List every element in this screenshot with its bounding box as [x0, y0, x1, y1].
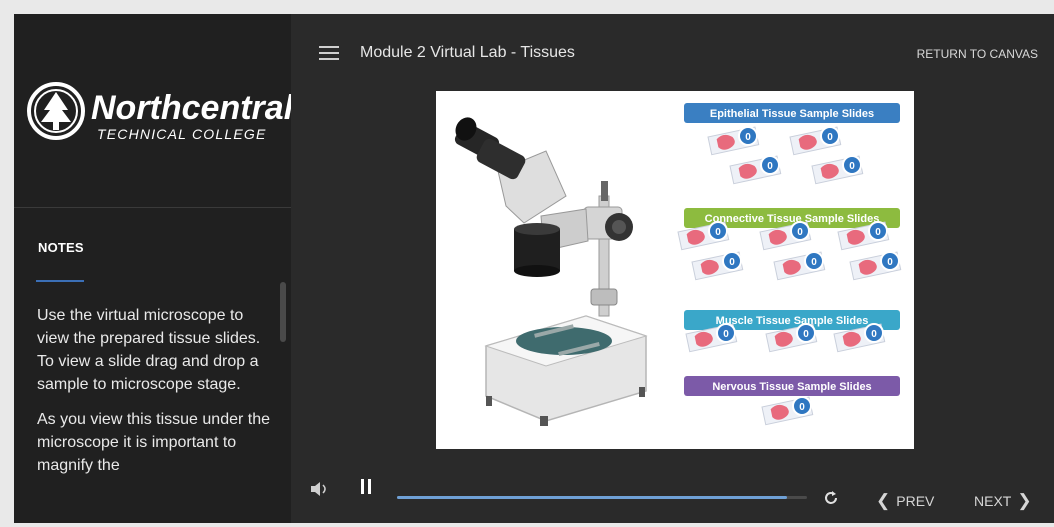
pause-icon [361, 479, 364, 494]
info-icon-text: 0 [799, 402, 805, 413]
progress-bar[interactable] [397, 496, 807, 499]
info-icon-text: 0 [715, 227, 721, 238]
info-icon[interactable]: 0 [738, 126, 758, 146]
lab-canvas: Epithelial Tissue Sample Slides 0 0 0 0 Conne… [454, 103, 902, 426]
category-label: Connective Tissue Sample Slides [705, 213, 880, 225]
info-icon[interactable]: 0 [804, 251, 824, 271]
info-icon[interactable]: 0 [820, 126, 840, 146]
tab-notes-indicator [36, 280, 84, 282]
return-to-canvas-link[interactable]: RETURN TO CANVAS [917, 47, 1038, 61]
category-label: Epithelial Tissue Sample Slides [710, 108, 874, 120]
info-icon-text: 0 [723, 329, 729, 340]
sidebar-divider [14, 207, 291, 208]
info-icon[interactable]: 0 [708, 221, 728, 241]
info-icon-text: 0 [797, 227, 803, 238]
info-icon-text: 0 [811, 257, 817, 268]
info-icon-text: 0 [745, 132, 751, 143]
main-area: Module 2 Virtual Lab - Tissues RETURN TO… [291, 14, 1054, 523]
info-icon[interactable]: 0 [868, 221, 888, 241]
info-icon-text: 0 [767, 161, 773, 172]
notes-panel: Use the virtual microscope to view the p… [37, 304, 272, 490]
logo-subtitle: TECHNICAL COLLEGE [97, 126, 267, 142]
hamburger-icon[interactable] [319, 46, 339, 62]
chevron-left-icon: ❮ [876, 491, 891, 510]
prev-label: PREV [896, 493, 935, 509]
page-title: Module 2 Virtual Lab - Tissues [360, 44, 575, 61]
info-icon-text: 0 [827, 132, 833, 143]
info-icon[interactable]: 0 [796, 323, 816, 343]
sidebar: Northcentral TECHNICAL COLLEGE NOTES Use… [14, 14, 291, 523]
tab-notes[interactable]: NOTES [38, 240, 84, 255]
chevron-right-icon: ❯ [1017, 491, 1032, 510]
logo-name: Northcentral [91, 89, 291, 127]
info-icon-text: 0 [875, 227, 881, 238]
category-label: Nervous Tissue Sample Slides [712, 381, 871, 393]
info-icon[interactable]: 0 [864, 323, 884, 343]
tree-icon [41, 92, 71, 130]
info-icon[interactable]: 0 [716, 323, 736, 343]
info-icon[interactable]: 0 [842, 155, 862, 175]
notes-paragraph: As you view this tissue under the micros… [37, 411, 271, 474]
pause-button[interactable] [361, 479, 375, 497]
info-icon[interactable]: 0 [722, 251, 742, 271]
info-icon[interactable]: 0 [880, 251, 900, 271]
info-icon[interactable]: 0 [792, 396, 812, 416]
college-logo: Northcentral TECHNICAL COLLEGE [27, 82, 291, 142]
slide-content: Epithelial Tissue Sample Slides 0 0 0 0 Conne… [436, 91, 914, 449]
microscope-image [454, 117, 648, 426]
progress-fill [397, 496, 787, 499]
info-icon-text: 0 [803, 329, 809, 340]
info-icon-text: 0 [887, 257, 893, 268]
notes-scrollbar[interactable] [280, 282, 286, 342]
next-button[interactable]: NEXT ❯ [974, 491, 1032, 511]
sample-groups: Epithelial Tissue Sample Slides 0 0 0 0 Conne… [677, 103, 902, 426]
notes-paragraph: Use the virtual microscope to view the p… [37, 307, 261, 393]
info-icon-text: 0 [871, 329, 877, 340]
prev-button[interactable]: ❮ PREV [876, 491, 934, 511]
replay-icon[interactable] [822, 489, 840, 507]
info-icon-text: 0 [729, 257, 735, 268]
player-frame: Northcentral TECHNICAL COLLEGE NOTES Use… [14, 14, 1054, 523]
speaker-icon[interactable] [309, 481, 329, 497]
next-label: NEXT [974, 493, 1012, 509]
info-icon[interactable]: 0 [760, 155, 780, 175]
category-label: Muscle Tissue Sample Slides [716, 315, 869, 327]
info-icon-text: 0 [849, 161, 855, 172]
player-controls: ❮ PREV NEXT ❯ [291, 469, 1054, 511]
info-icon[interactable]: 0 [790, 221, 810, 241]
